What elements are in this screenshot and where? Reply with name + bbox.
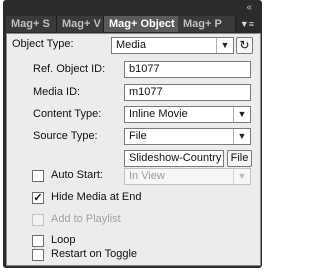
chevron-down-icon: ▼ xyxy=(233,129,250,144)
hide-media-at-end-checkbox[interactable]: ✓ xyxy=(32,192,44,204)
restart-on-toggle-label: Restart on Toggle xyxy=(51,248,138,260)
add-to-playlist-label: Add to Playlist xyxy=(51,213,121,225)
ref-object-id-label: Ref. Object ID: xyxy=(33,63,106,75)
refresh-button[interactable]: ↻ xyxy=(236,37,253,54)
hide-media-at-end-label: Hide Media at End xyxy=(51,191,142,203)
source-type-label: Source Type: xyxy=(33,130,98,142)
ref-object-id-field[interactable]: b1077 xyxy=(124,61,251,78)
refresh-icon: ↻ xyxy=(239,38,250,52)
chevron-down-icon: ▼ xyxy=(233,107,250,122)
object-type-label: Object Type: xyxy=(12,38,74,50)
panel-menu-icon[interactable]: ▼≡ xyxy=(240,18,254,30)
auto-start-value: In View xyxy=(129,170,165,182)
tab-mag-p[interactable]: Mag+ P xyxy=(178,16,236,32)
file-button[interactable]: File xyxy=(227,150,252,167)
source-type-value: File xyxy=(129,130,147,142)
source-type-select[interactable]: File ▼ xyxy=(124,128,251,145)
tab-mag-object[interactable]: Mag+ Object xyxy=(104,16,178,32)
content-type-select[interactable]: Inline Movie ▼ xyxy=(124,106,251,123)
auto-start-label: Auto Start: xyxy=(51,169,103,181)
content-type-label: Content Type: xyxy=(33,108,102,120)
loop-label: Loop xyxy=(51,234,76,246)
tab-mag-v[interactable]: Mag+ V xyxy=(57,16,104,32)
object-type-value: Media xyxy=(116,39,146,51)
chevron-down-icon: ▼ xyxy=(233,169,250,184)
restart-on-toggle-checkbox[interactable] xyxy=(32,249,44,261)
add-to-playlist-checkbox[interactable] xyxy=(32,214,44,226)
media-id-label: Media ID: xyxy=(33,86,81,98)
checkmark-icon: ✓ xyxy=(33,192,43,204)
source-file-field[interactable]: Slideshow-Country xyxy=(124,150,224,167)
chevron-down-icon: ▼ xyxy=(216,38,233,53)
loop-checkbox[interactable] xyxy=(32,235,44,247)
auto-start-checkbox[interactable] xyxy=(32,170,44,182)
panel-body: Object Type: Media ▼ ↻ Ref. Object ID: b… xyxy=(6,33,261,266)
content-type-value: Inline Movie xyxy=(129,108,188,120)
double-chevron-icon[interactable]: « xyxy=(246,2,252,13)
tab-mag-s[interactable]: Mag+ S xyxy=(6,16,57,32)
object-type-select[interactable]: Media ▼ xyxy=(111,37,234,54)
panel: « Mag+ S Mag+ V Mag+ Object Mag+ P ▼≡ Ob… xyxy=(0,0,267,272)
auto-start-select[interactable]: In View ▼ xyxy=(124,168,251,185)
media-id-field[interactable]: m1077 xyxy=(124,84,251,101)
